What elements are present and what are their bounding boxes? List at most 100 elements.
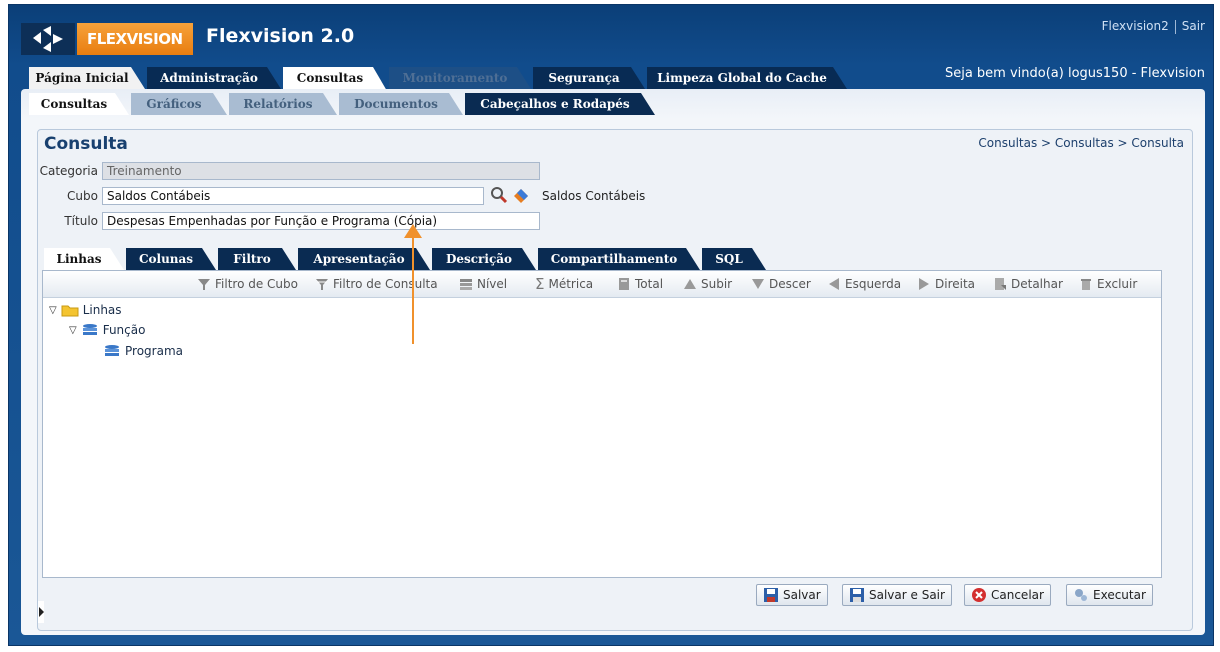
cancelar-button[interactable]: Cancelar xyxy=(964,584,1051,606)
consulta-panel: Consulta Consultas > Consultas > Consult… xyxy=(37,129,1193,631)
linhas-panel: Filtro de Cubo Filtro de Consulta Nível … xyxy=(42,270,1162,578)
detalhar-button[interactable]: Detalhar xyxy=(993,275,1063,293)
subtab-cabecalhos-rodapes[interactable]: Cabeçalhos e Rodapés xyxy=(465,93,655,115)
subtab-consultas[interactable]: Consultas xyxy=(29,93,129,115)
cancel-icon xyxy=(972,588,986,602)
tree-node-programa[interactable]: Programa xyxy=(103,344,183,358)
total-button[interactable]: Total xyxy=(617,275,663,293)
subir-button[interactable]: Subir xyxy=(683,275,732,293)
tab-compartilhamento[interactable]: Compartilhamento xyxy=(538,248,700,270)
nivel-label: Nível xyxy=(477,277,508,291)
cubo-description: Saldos Contábeis xyxy=(542,189,646,203)
save-icon xyxy=(764,588,778,602)
save-exit-icon xyxy=(850,588,864,602)
welcome-message: Seja bem vindo(a) logus150 - Flexvision xyxy=(944,66,1205,81)
folder-icon xyxy=(61,305,79,317)
metrica-button[interactable]: Σ Métrica xyxy=(535,275,593,293)
tab-sql[interactable]: SQL xyxy=(702,248,766,270)
filtro-cubo-label: Filtro de Cubo xyxy=(215,277,298,291)
categoria-label: Categoria xyxy=(39,164,98,178)
logo-icon xyxy=(21,23,75,55)
metrica-label: Métrica xyxy=(548,277,594,291)
tab-filtro[interactable]: Filtro xyxy=(218,248,296,270)
excluir-button[interactable]: Excluir xyxy=(1079,275,1137,293)
tab-limpeza-global-cache[interactable]: Limpeza Global do Cache xyxy=(647,67,847,89)
gears-icon xyxy=(1075,589,1087,601)
level-icon xyxy=(82,324,97,335)
cubo-label: Cubo xyxy=(67,189,98,203)
executar-button[interactable]: Executar xyxy=(1066,584,1153,606)
subtab-documentos[interactable]: Documentos xyxy=(339,93,463,115)
link-separator xyxy=(1174,19,1176,34)
funnel-icon xyxy=(198,279,210,290)
filtro-consulta-button[interactable]: Filtro de Consulta xyxy=(315,275,438,293)
excluir-label: Excluir xyxy=(1097,277,1138,291)
annotation-arrow xyxy=(412,232,414,344)
funnel-stack-icon xyxy=(316,279,328,290)
direita-label: Direita xyxy=(935,277,976,291)
tab-monitoramento: Monitoramento xyxy=(389,67,531,89)
arrow-right-icon xyxy=(919,278,929,290)
categoria-field: Treinamento xyxy=(102,162,540,180)
tree-label-linhas: Linhas xyxy=(82,303,122,317)
arrow-down-icon xyxy=(752,279,764,289)
breadcrumb: Consultas > Consultas > Consulta xyxy=(978,136,1184,150)
titulo-label: Título xyxy=(64,214,98,228)
direita-button[interactable]: Direita xyxy=(917,275,975,293)
descer-button[interactable]: Descer xyxy=(751,275,811,293)
tab-linhas[interactable]: Linhas xyxy=(44,248,124,270)
executar-label: Executar xyxy=(1093,588,1146,602)
cancelar-label: Cancelar xyxy=(991,588,1044,602)
subtab-graficos[interactable]: Gráficos xyxy=(131,93,227,115)
tab-pagina-inicial[interactable]: Página Inicial xyxy=(29,67,145,89)
arrow-up-icon xyxy=(684,279,696,289)
tab-administracao[interactable]: Administração xyxy=(147,67,281,89)
expand-toggle-icon[interactable]: ▽ xyxy=(49,305,57,316)
collapse-handle-icon[interactable] xyxy=(38,601,44,623)
total-label: Total xyxy=(635,277,664,291)
detail-icon xyxy=(995,278,1006,290)
salvar-sair-button[interactable]: Salvar e Sair xyxy=(842,584,952,606)
app-window: FLEXVISION Flexvision 2.0 Flexvision2 Sai… xyxy=(8,4,1214,646)
subtab-relatorios[interactable]: Relatórios xyxy=(229,93,337,115)
salvar-sair-label: Salvar e Sair xyxy=(869,588,945,602)
calculator-icon xyxy=(619,278,629,290)
tab-consultas[interactable]: Consultas xyxy=(283,67,387,91)
page-title: Consulta xyxy=(44,134,128,154)
arrow-left-icon xyxy=(829,278,839,290)
esquerda-button[interactable]: Esquerda xyxy=(827,275,901,293)
content-sheet: Consultas Gráficos Relatórios Documentos… xyxy=(21,89,1205,635)
nivel-button[interactable]: Nível xyxy=(459,275,507,293)
filtro-consulta-label: Filtro de Consulta xyxy=(333,277,438,291)
tree-node-funcao[interactable]: ▽ Função xyxy=(69,323,145,337)
sigma-icon: Σ xyxy=(535,275,545,293)
tab-seguranca[interactable]: Segurança xyxy=(533,67,645,89)
titulo-field[interactable]: Despesas Empenhadas por Função e Program… xyxy=(102,212,540,230)
top-links: Flexvision2 Sair xyxy=(1102,19,1205,34)
brand-logo: FLEXVISION xyxy=(77,23,193,55)
descer-label: Descer xyxy=(769,277,811,291)
expand-toggle-icon[interactable]: ▽ xyxy=(69,325,77,336)
user-link[interactable]: Flexvision2 xyxy=(1102,19,1169,33)
tab-descricao[interactable]: Descrição xyxy=(432,248,536,270)
trash-icon xyxy=(1081,279,1091,290)
esquerda-label: Esquerda xyxy=(845,277,902,291)
cubo-field[interactable]: Saldos Contábeis xyxy=(102,187,484,205)
filtro-cubo-button[interactable]: Filtro de Cubo xyxy=(197,275,298,293)
app-title: Flexvision 2.0 xyxy=(206,25,355,47)
search-icon[interactable] xyxy=(490,186,508,207)
tab-colunas[interactable]: Colunas xyxy=(126,248,216,270)
subir-label: Subir xyxy=(701,277,733,291)
toolbar: Filtro de Cubo Filtro de Consulta Nível … xyxy=(43,271,1161,298)
tree-node-linhas[interactable]: ▽ Linhas xyxy=(49,303,122,317)
salvar-button[interactable]: Salvar xyxy=(756,584,828,606)
tab-apresentacao[interactable]: Apresentação xyxy=(298,248,430,270)
tree-label-funcao: Função xyxy=(102,323,146,337)
level-icon xyxy=(105,345,119,356)
eraser-icon[interactable] xyxy=(512,186,530,207)
salvar-label: Salvar xyxy=(783,588,821,602)
logout-link[interactable]: Sair xyxy=(1182,19,1205,33)
tree-label-programa: Programa xyxy=(125,344,183,358)
layers-icon xyxy=(460,279,472,290)
detalhar-label: Detalhar xyxy=(1011,277,1063,291)
